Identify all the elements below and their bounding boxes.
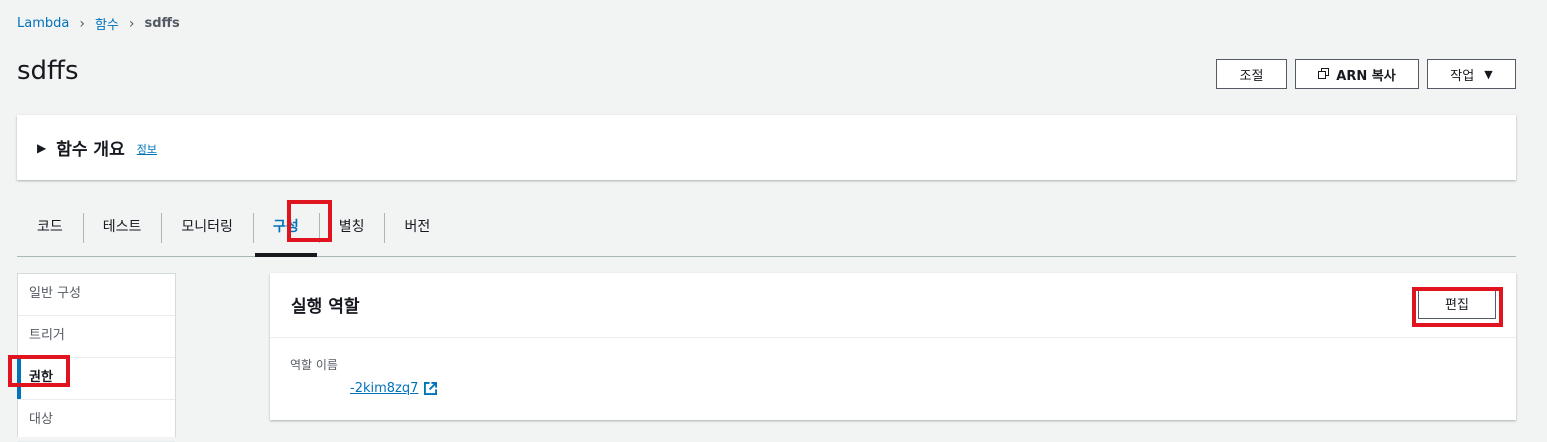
tab-test[interactable]: 테스트	[82, 213, 162, 243]
sidenav-item-general[interactable]: 일반 구성	[18, 274, 175, 316]
execution-role-title: 실행 역할	[291, 297, 360, 317]
external-link-icon	[424, 382, 438, 395]
tab-monitoring[interactable]: 모니터링	[161, 213, 253, 243]
sidenav-item-permissions[interactable]: 권한	[17, 358, 175, 400]
tab-versions[interactable]: 버전	[384, 213, 450, 243]
role-name-link[interactable]: -2kim8zq7	[350, 381, 1496, 396]
role-name-value: -2kim8zq7	[350, 381, 419, 396]
function-overview-panel[interactable]: ▶ 함수 개요 정보	[17, 115, 1516, 180]
tab-aliases[interactable]: 별칭	[318, 213, 385, 243]
adjust-button[interactable]: 조절	[1216, 59, 1287, 89]
breadcrumb-current: sdffs	[144, 16, 180, 31]
config-sidenav: 일반 구성 트리거 권한 대상	[17, 273, 176, 442]
chevron-right-icon: ›	[128, 15, 135, 32]
copy-icon	[1318, 68, 1330, 80]
sidenav-item-triggers[interactable]: 트리거	[18, 316, 175, 358]
breadcrumb: Lambda › 함수 › sdffs	[17, 14, 180, 34]
breadcrumb-functions[interactable]: 함수	[95, 14, 119, 33]
execution-role-panel: 실행 역할 편집 역할 이름 -2kim8zq7	[270, 273, 1516, 420]
info-link[interactable]: 정보	[137, 141, 157, 157]
copy-arn-button[interactable]: ARN 복사	[1295, 59, 1419, 89]
panel-header: 실행 역할 편집	[270, 273, 1516, 338]
role-name-label: 역할 이름	[290, 358, 338, 372]
page-title: sdffs	[17, 56, 79, 86]
actions-label: 작업	[1450, 68, 1475, 84]
triangle-right-icon: ▶	[37, 140, 47, 155]
function-overview-title: 함수 개요	[56, 140, 125, 160]
panel-body: 역할 이름 -2kim8zq7	[270, 338, 1516, 414]
breadcrumb-lambda[interactable]: Lambda	[17, 16, 69, 31]
caret-down-icon: ▼	[1484, 67, 1493, 81]
tab-code[interactable]: 코드	[17, 213, 83, 241]
chevron-right-icon: ›	[79, 15, 85, 32]
actions-dropdown-button[interactable]: 작업 ▼	[1427, 59, 1516, 89]
edit-button[interactable]: 편집	[1418, 287, 1496, 319]
function-tabs: 코드 테스트 모니터링 구성 별칭 버전	[17, 212, 1516, 257]
header-actions: 조절 ARN 복사 작업 ▼	[1216, 59, 1516, 89]
sidenav-item-destinations[interactable]: 대상	[18, 400, 175, 442]
tab-configuration[interactable]: 구성	[252, 213, 319, 257]
copy-arn-label: ARN 복사	[1336, 68, 1396, 84]
